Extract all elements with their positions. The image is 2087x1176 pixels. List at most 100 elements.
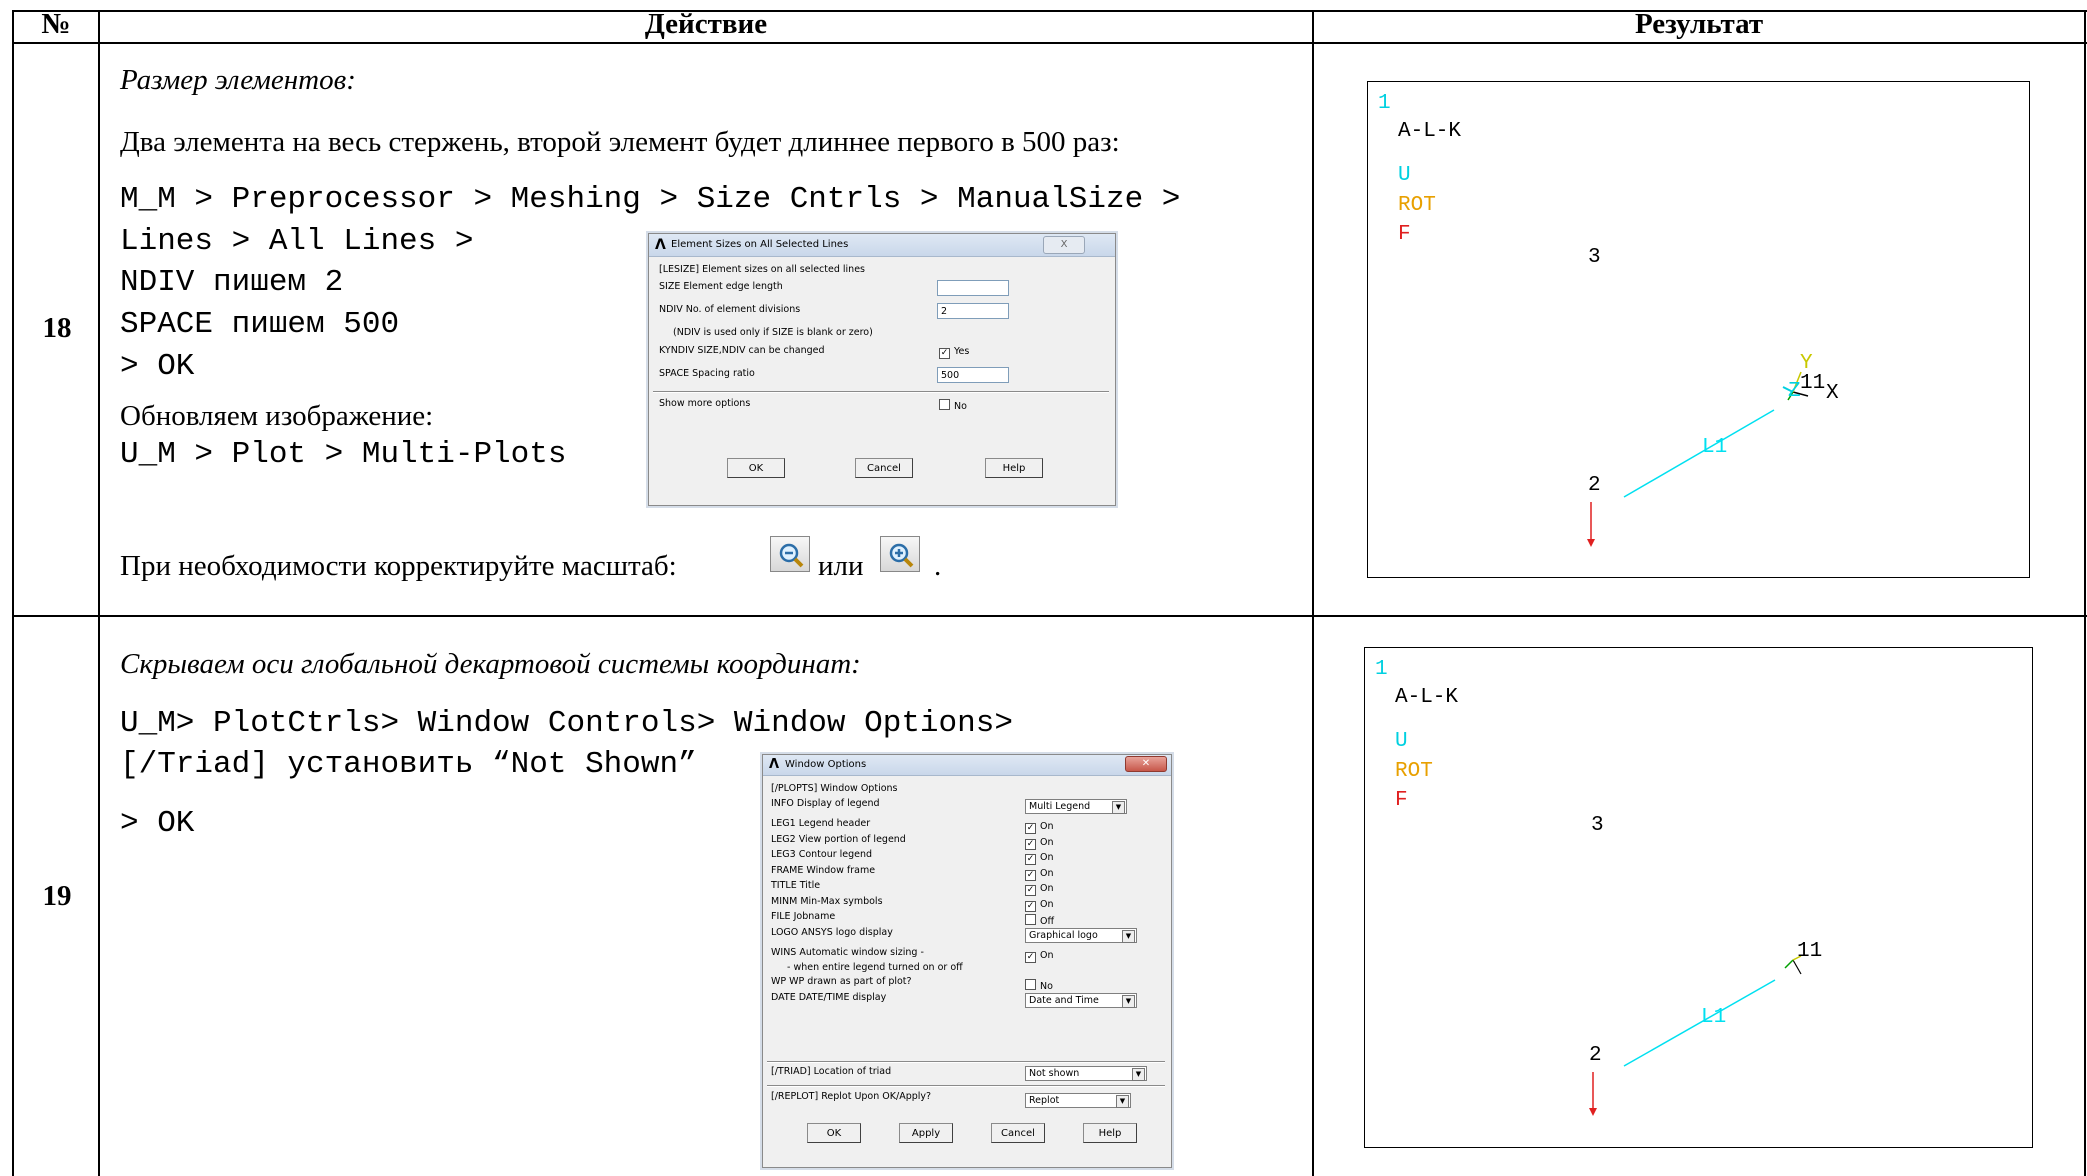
cancel-button[interactable]: Cancel [855, 458, 913, 478]
code-line: [/Triad] установить “Not Shown” [120, 747, 697, 782]
chevron-down-icon: ▼ [1132, 1068, 1145, 1081]
option-checkbox[interactable]: Off [1025, 914, 1054, 927]
size-label: SIZE Element edge length [659, 281, 783, 292]
check-icon: ✓ [939, 348, 950, 359]
code-line: U_M> PlotCtrls> Window Controls> Window … [120, 706, 1013, 741]
option-checkbox[interactable]: ✓ On [1025, 821, 1054, 834]
kyndiv-checkbox[interactable]: ✓ Yes [939, 346, 969, 359]
replot-select[interactable]: Replot ▼ [1025, 1093, 1131, 1108]
chevron-down-icon: ▼ [1122, 929, 1135, 943]
check-icon: ✓ [1025, 951, 1036, 963]
option-checkbox[interactable]: ✓ On [1025, 950, 1054, 963]
option-checkbox[interactable]: ✓ On [1025, 883, 1054, 896]
ok-button[interactable]: OK [727, 458, 785, 478]
table-border-left [12, 10, 14, 1176]
check-icon: ✓ [1025, 900, 1036, 912]
option-checkbox[interactable]: No [1025, 979, 1053, 992]
axis-y-label: Y [1800, 352, 1813, 375]
header-action: Действие [644, 8, 768, 40]
chevron-down-icon: ▼ [1122, 994, 1135, 1008]
zoom-in-button[interactable] [880, 536, 920, 572]
ndiv-input[interactable]: 2 [937, 303, 1009, 319]
zoom-out-button[interactable] [770, 536, 810, 572]
option-value: On [1040, 867, 1054, 879]
dialog-header: [LESIZE] Element sizes on all selected l… [659, 264, 865, 275]
option-label: WP WP drawn as part of plot? [771, 976, 912, 987]
option-label: DATE DATE/TIME display [771, 991, 887, 1003]
line-label-l1: L1 [1701, 1006, 1727, 1029]
option-label: WINS Automatic window sizing - [771, 946, 924, 958]
header-divider [12, 42, 2087, 44]
code-line: > OK [120, 349, 195, 384]
node-2: 2 [1589, 1044, 1602, 1067]
triad-value: Not shown [1029, 1068, 1080, 1079]
cancel-button[interactable]: Cancel [991, 1123, 1045, 1143]
step-description: Два элемента на весь стержень, второй эл… [120, 126, 1120, 158]
kyndiv-value: Yes [954, 346, 970, 357]
dialog-header: [/PLOPTS] Window Options [771, 783, 898, 794]
code-line: SPACE пишем 500 [120, 307, 400, 342]
more-options-checkbox[interactable]: No [939, 399, 967, 412]
option-select[interactable]: Date and Time ▼ [1025, 992, 1137, 1008]
option-label: FRAME Window frame [771, 864, 876, 876]
option-checkbox[interactable]: ✓ On [1025, 899, 1054, 912]
dialog-separator [767, 1085, 1165, 1087]
ansys-logo-icon: Λ [655, 237, 666, 253]
apply-button[interactable]: Apply [899, 1123, 953, 1143]
update-code: U_M > Plot > Multi-Plots [120, 437, 567, 472]
check-icon: ✓ [1025, 885, 1036, 896]
check-icon: ✓ [1025, 869, 1036, 881]
result-plot: 1 A-L-K U ROT F 3 11 X Y Z L1 2 [1367, 81, 2030, 578]
zoom-or: или [818, 550, 864, 582]
option-value: On [1040, 852, 1054, 863]
option-value: Off [1040, 916, 1055, 927]
node-11: 11 [1797, 940, 1823, 963]
option-value: On [1040, 883, 1054, 894]
window-options-dialog: Λ Window Options ✕ [/PLOPTS] Window Opti… [762, 754, 1172, 1168]
option-checkbox[interactable]: ✓ On [1025, 852, 1054, 865]
instruction-table: № Действие Результат 18 Размер элементов… [0, 0, 2087, 1176]
size-input[interactable] [937, 280, 1009, 296]
option-select[interactable]: Graphical logo ▼ [1025, 927, 1137, 943]
option-checkbox[interactable]: ✓ On [1025, 868, 1054, 881]
update-text: Обновляем изображение: [120, 400, 434, 432]
table-border-right [2084, 10, 2086, 1176]
ndiv-note: (NDIV is used only if SIZE is blank or z… [673, 327, 873, 338]
code-line: Lines > All Lines > [120, 224, 474, 259]
node-11: 11 [1800, 372, 1826, 395]
ndiv-label: NDIV No. of element divisions [659, 304, 801, 315]
unchecked-box [1025, 979, 1036, 990]
ok-button[interactable]: OK [807, 1123, 861, 1143]
option-value: Multi Legend [1029, 801, 1091, 812]
option-value: On [1040, 821, 1054, 832]
triad-select[interactable]: Not shown ▼ [1025, 1066, 1147, 1081]
option-label: TITLE Title [771, 880, 821, 891]
option-select[interactable]: Multi Legend ▼ [1025, 799, 1127, 814]
col-divider-result [1312, 10, 1314, 1176]
code-line: NDIV пишем 2 [120, 265, 344, 300]
line-geometry [1587, 371, 1809, 547]
help-button[interactable]: Help [985, 458, 1043, 478]
help-button[interactable]: Help [1083, 1123, 1137, 1143]
option-label: INFO Display of legend [771, 798, 880, 809]
dialog-titlebar: Λ Window Options ✕ [763, 755, 1171, 776]
option-checkbox[interactable]: ✓ On [1025, 837, 1054, 850]
axis-z-label: Z [1788, 380, 1801, 403]
option-value: Graphical logo [1029, 929, 1098, 941]
unchecked-box [1025, 914, 1036, 925]
check-icon: ✓ [1025, 854, 1036, 865]
option-value: On [1040, 836, 1054, 848]
option-value: On [1040, 898, 1054, 910]
chevron-down-icon: ▼ [1112, 801, 1125, 814]
option-value: Date and Time [1029, 994, 1099, 1006]
close-button[interactable]: X [1043, 236, 1085, 254]
dialog-title: Element Sizes on All Selected Lines [671, 239, 849, 250]
node-2: 2 [1588, 474, 1601, 497]
space-input[interactable]: 500 [937, 367, 1009, 383]
more-options-value: No [954, 401, 967, 412]
triad-label: [/TRIAD] Location of triad [771, 1066, 892, 1077]
option-label: LEG1 Legend header [771, 818, 871, 829]
replot-value: Replot [1029, 1095, 1060, 1106]
close-button[interactable]: ✕ [1125, 756, 1167, 772]
zoom-hint: При необходимости корректируйте масштаб: [120, 550, 677, 582]
